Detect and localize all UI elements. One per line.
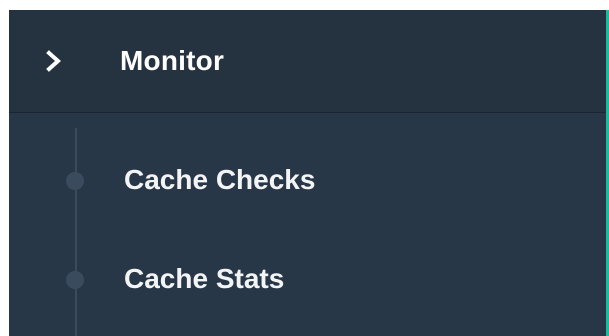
sidebar-item-cache-checks[interactable]: Cache Checks: [9, 141, 606, 221]
sidebar-item-label: Cache Stats: [124, 263, 285, 294]
sidebar-item-label: Cache Checks: [124, 164, 316, 195]
tree-node-dot: [66, 172, 84, 190]
sidebar-panel: Monitor Cache Checks Cache Stats: [9, 10, 609, 336]
chevron-right-icon[interactable]: [43, 50, 65, 72]
tree-node-dot: [66, 271, 84, 289]
sidebar-section-label: Monitor: [120, 45, 225, 76]
sidebar-item-cache-stats[interactable]: Cache Stats: [9, 240, 606, 320]
sidebar-section-monitor[interactable]: Monitor: [9, 10, 606, 113]
